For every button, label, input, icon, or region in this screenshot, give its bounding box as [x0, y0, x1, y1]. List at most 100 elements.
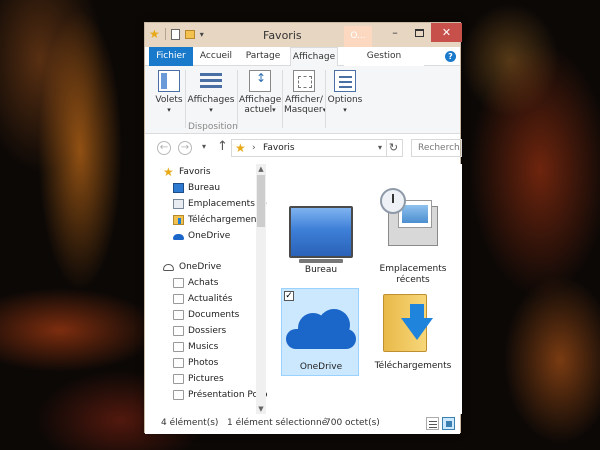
onedrive-outline-icon [163, 264, 174, 271]
item-bureau[interactable]: Bureau [282, 200, 360, 288]
folder-icon [173, 310, 184, 320]
up-button[interactable]: ↑ [217, 139, 228, 154]
address-path[interactable]: Favoris [263, 143, 295, 153]
nav-item-actualites[interactable]: Actualités [157, 292, 267, 306]
affichages-button[interactable]: Affichages ▾ [187, 70, 235, 115]
nav-item-label: Documents [188, 310, 240, 320]
affichages-label: Affichages [187, 95, 235, 105]
address-bar[interactable]: ★ › Favoris ▾ [231, 139, 387, 157]
nav-item-achats[interactable]: Achats [157, 276, 267, 290]
folder-icon [173, 278, 184, 288]
selection-size: 700 octet(s) [325, 418, 380, 428]
tab-gestion[interactable]: Gestion [344, 47, 424, 66]
ribbon-tabs: Fichier Accueil Partage Affichage Gestio… [145, 47, 460, 67]
refresh-button[interactable]: ↻ [385, 139, 403, 157]
nav-item-documents[interactable]: Documents [157, 308, 267, 322]
nav-item-musics[interactable]: Musics [157, 340, 267, 354]
nav-onedrive-label: OneDrive [179, 262, 222, 272]
item-label: Bureau [304, 265, 338, 275]
options-icon [334, 70, 356, 92]
address-dropdown-icon[interactable]: ▾ [378, 143, 382, 152]
title-bar: ★ ▾ Favoris O... – ✕ [145, 23, 462, 47]
ribbon-group-label: Disposition [188, 122, 238, 132]
item-label: OneDrive [299, 362, 343, 372]
chevron-down-icon: ▾ [343, 106, 347, 114]
item-onedrive[interactable]: ✓ OneDrive [281, 288, 359, 376]
ribbon-separator [325, 70, 326, 128]
forward-button[interactable]: → [178, 141, 192, 155]
folder-icon [173, 326, 184, 336]
folder-icon [173, 374, 184, 384]
chevron-down-icon: ▾ [209, 106, 213, 114]
scroll-up-icon[interactable]: ▲ [256, 164, 266, 174]
scrollbar-thumb[interactable] [257, 175, 265, 227]
clock-icon [380, 188, 406, 214]
recent-locations-dropdown[interactable]: ▾ [202, 142, 206, 151]
nav-item-emplacements[interactable]: Emplacements récents [157, 197, 267, 211]
layout-icon [200, 70, 222, 92]
star-icon: ★ [163, 165, 174, 179]
tab-fichier[interactable]: Fichier [149, 47, 193, 66]
search-input[interactable]: Recherch... [411, 139, 462, 157]
affichage-actuel-label-2: actuel [244, 105, 273, 115]
nav-item-dossiers[interactable]: Dossiers [157, 324, 267, 338]
item-emplacements-recents[interactable]: Emplacements récents [374, 186, 452, 288]
folder-icon [173, 342, 184, 352]
options-button[interactable]: Options ▾ [327, 70, 363, 115]
chevron-right-icon[interactable]: › [252, 143, 256, 153]
help-icon[interactable]: ? [445, 51, 456, 62]
close-button[interactable]: ✕ [431, 23, 462, 42]
nav-onedrive[interactable]: OneDrive [157, 260, 267, 274]
status-bar: 4 élément(s) 1 élément sélectionné 700 o… [145, 414, 460, 434]
nav-item-telechargements[interactable]: Téléchargements [157, 213, 267, 227]
tab-affichage[interactable]: Affichage [290, 47, 338, 67]
window-title: Favoris [263, 29, 302, 42]
volets-label: Volets [155, 95, 183, 105]
ribbon-separator [237, 70, 238, 128]
details-view-button[interactable] [426, 417, 439, 430]
nav-item-bureau[interactable]: Bureau [157, 181, 267, 195]
favorites-star-icon: ★ [149, 27, 160, 41]
nav-item-pictures[interactable]: Pictures [157, 372, 267, 386]
item-label: Téléchargements [374, 361, 452, 371]
contextual-tab-header: O... [344, 26, 372, 47]
nav-item-onedrive-fav[interactable]: OneDrive [157, 229, 267, 243]
downloads-icon [173, 215, 184, 225]
nav-item-presentation[interactable]: Présentation PowerPoint [157, 388, 267, 402]
tab-accueil[interactable]: Accueil [195, 47, 237, 66]
maximize-icon [414, 29, 424, 37]
nav-item-label: Musics [188, 342, 219, 352]
properties-icon[interactable] [170, 28, 180, 40]
explorer-window: ★ ▾ Favoris O... – ✕ Fichier Accueil Par… [144, 22, 462, 434]
maximize-button[interactable] [407, 23, 431, 42]
large-icons-view-button[interactable] [442, 417, 455, 430]
back-button[interactable]: ← [157, 141, 171, 155]
new-folder-icon[interactable] [184, 29, 195, 39]
download-arrow-head-icon [401, 318, 433, 340]
volets-button[interactable]: Volets ▾ [151, 70, 187, 115]
nav-item-label: Actualités [188, 294, 233, 304]
afficher-masquer-button[interactable]: Afficher/ Masquer▾ [284, 70, 326, 115]
sort-icon [249, 70, 271, 92]
nav-item-photos[interactable]: Photos [157, 356, 267, 370]
nav-item-label: Téléchargements [188, 215, 265, 225]
selection-checkbox[interactable]: ✓ [284, 291, 294, 301]
ribbon: Volets ▾ Affichages ▾ Disposition Affich… [145, 66, 460, 134]
nav-pane-scrollbar[interactable]: ▲ ▼ [256, 164, 266, 414]
panes-icon [158, 70, 180, 92]
item-telechargements[interactable]: Téléchargements [371, 288, 455, 376]
folder-icon [173, 390, 184, 400]
qat-dropdown-icon[interactable]: ▾ [200, 30, 204, 39]
onedrive-cloud-icon [286, 309, 356, 349]
recent-places-icon [173, 199, 184, 209]
desktop-icon [289, 206, 353, 263]
minimize-button[interactable]: – [383, 23, 407, 42]
afficher-masquer-label-2: Masquer [284, 105, 323, 115]
scroll-down-icon[interactable]: ▼ [256, 404, 266, 414]
nav-favorites[interactable]: ★ Favoris [157, 165, 267, 179]
navigation-bar: ← → ▾ ↑ ★ › Favoris ▾ ↻ Recherch... [145, 134, 462, 162]
tab-partage[interactable]: Partage [241, 47, 285, 66]
affichage-actuel-button[interactable]: Affichage actuel▾ [239, 70, 281, 115]
nav-item-label: Pictures [188, 374, 224, 384]
chevron-down-icon: ▾ [272, 106, 276, 114]
